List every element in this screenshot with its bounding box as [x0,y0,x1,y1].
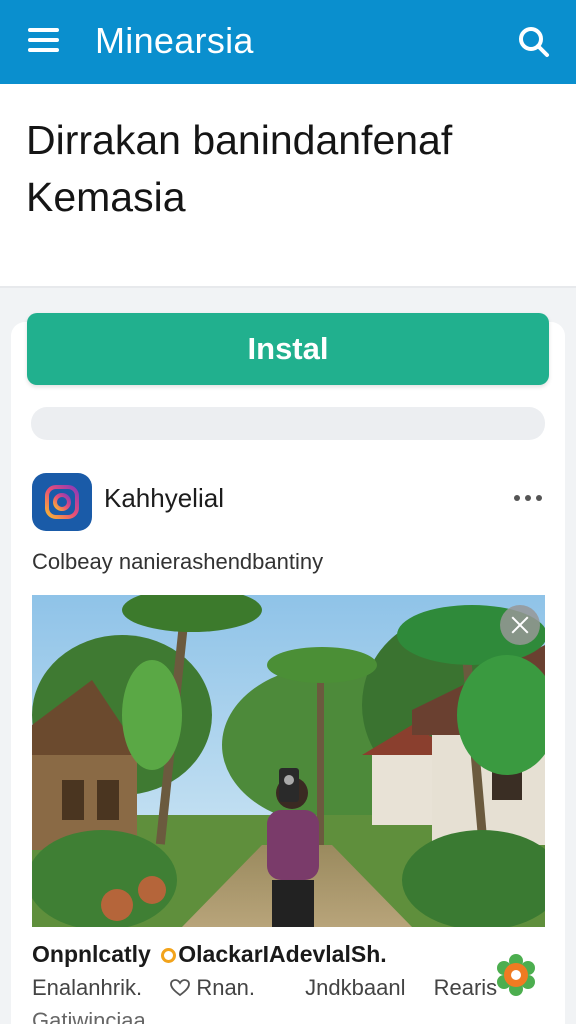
meta-item: Enalanhrik. [32,975,143,1000]
app-name[interactable]: Kahhyelial [104,483,224,514]
post-subtitle: Colbeay nanierashendbantiny [32,549,324,574]
app-icon[interactable] [32,473,92,531]
camera-icon [45,485,79,519]
app-title: Minearsia [95,20,254,61]
more-options-icon[interactable] [512,486,544,510]
like-label: Rnan. [196,975,256,1000]
village-photo-image [32,595,545,927]
heart-icon [170,979,191,997]
meta-item: Jndkbaanl [305,975,406,1000]
status-dot-icon [161,948,177,963]
close-icon[interactable] [500,605,540,645]
flower-icon[interactable] [494,953,538,997]
search-bar-placeholder[interactable] [31,407,545,440]
search-icon[interactable] [514,22,554,62]
caption-text-1: Onpnlcatly [32,941,151,967]
caption-text-2: OlackarIAdevlalSh. [178,941,387,967]
hamburger-menu-icon[interactable] [26,26,62,56]
like-button[interactable]: Rnan. [170,975,277,1000]
post-caption: Onpnlcatly OlackarIAdevlalSh. [32,941,387,968]
install-button[interactable]: Instal [27,313,549,385]
page-headline: Dirrakan banindanfenaf Kemasia [26,117,453,220]
post-photo[interactable] [32,595,545,927]
post-meta: Enalanhrik. Rnan. Jndkbaanl Rearis [32,975,519,1001]
post-footer-text: Gatiwinciaa [32,1008,146,1024]
meta-item: Rearis [433,975,498,1000]
app-bar: Minearsia [0,0,576,84]
